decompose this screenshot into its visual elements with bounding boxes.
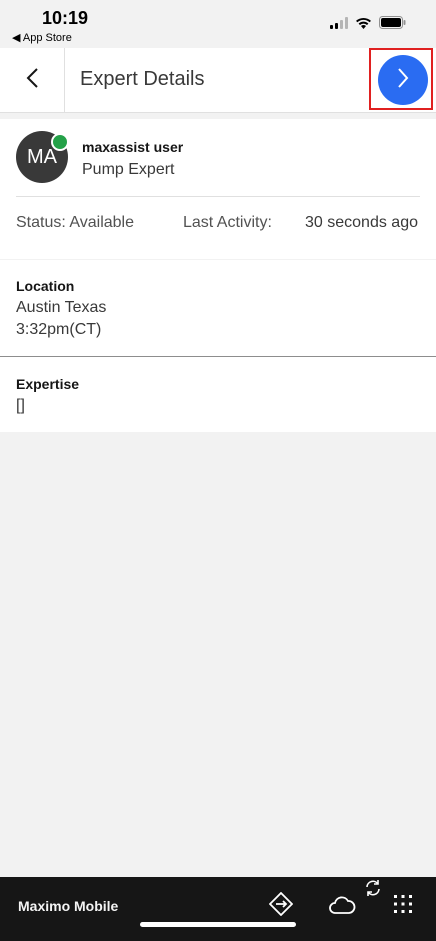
chevron-right-icon xyxy=(397,67,409,93)
location-time: 3:32pm(CT) xyxy=(16,321,102,338)
page-title: Expert Details xyxy=(80,68,205,90)
back-button[interactable] xyxy=(0,48,65,112)
last-activity-label: Last Activity: xyxy=(183,214,272,231)
sync-icon xyxy=(364,879,382,902)
cellular-icon xyxy=(330,16,348,34)
battery-icon xyxy=(379,16,406,34)
page-header: Expert Details xyxy=(0,48,436,113)
home-indicator[interactable] xyxy=(140,922,296,927)
next-button-highlight xyxy=(369,48,433,110)
expert-details-section: Location Austin Texas 3:32pm(CT) Experti… xyxy=(0,260,436,432)
navigation-button[interactable] xyxy=(266,891,296,921)
expertise-label: Expertise xyxy=(16,376,80,392)
app-switcher-button[interactable] xyxy=(390,893,416,919)
last-activity-value: 30 seconds ago xyxy=(305,214,418,231)
bottom-app-bar: Maximo Mobile xyxy=(0,877,436,941)
app-name: Maximo Mobile xyxy=(18,898,119,914)
back-to-app-store-link[interactable]: ◀ App Store xyxy=(12,31,72,44)
expert-role: Pump Expert xyxy=(82,161,175,178)
chevron-left-icon xyxy=(25,67,39,94)
status-time: 10:19 xyxy=(42,8,89,28)
divider xyxy=(0,356,436,357)
divider xyxy=(16,196,420,197)
app-grid-icon xyxy=(393,894,413,919)
online-status-indicator xyxy=(51,133,69,151)
navigation-icon xyxy=(268,891,294,921)
location-value: Austin Texas xyxy=(16,299,107,316)
status-bar: 10:19 ◀ App Store xyxy=(0,0,436,48)
availability-status: Status: Available xyxy=(16,214,135,231)
next-button[interactable] xyxy=(378,55,428,105)
avatar-initials: MA xyxy=(27,145,57,168)
expert-card: MA maxassist user Pump Expert Status: Av… xyxy=(0,119,436,259)
cloud-button[interactable] xyxy=(326,893,358,921)
location-label: Location xyxy=(16,278,75,294)
expertise-value: [] xyxy=(16,397,25,414)
expert-name: maxassist user xyxy=(82,139,184,155)
cloud-icon xyxy=(328,895,356,920)
status-icons xyxy=(330,16,406,34)
wifi-icon xyxy=(355,16,372,34)
sync-button[interactable] xyxy=(362,879,384,901)
